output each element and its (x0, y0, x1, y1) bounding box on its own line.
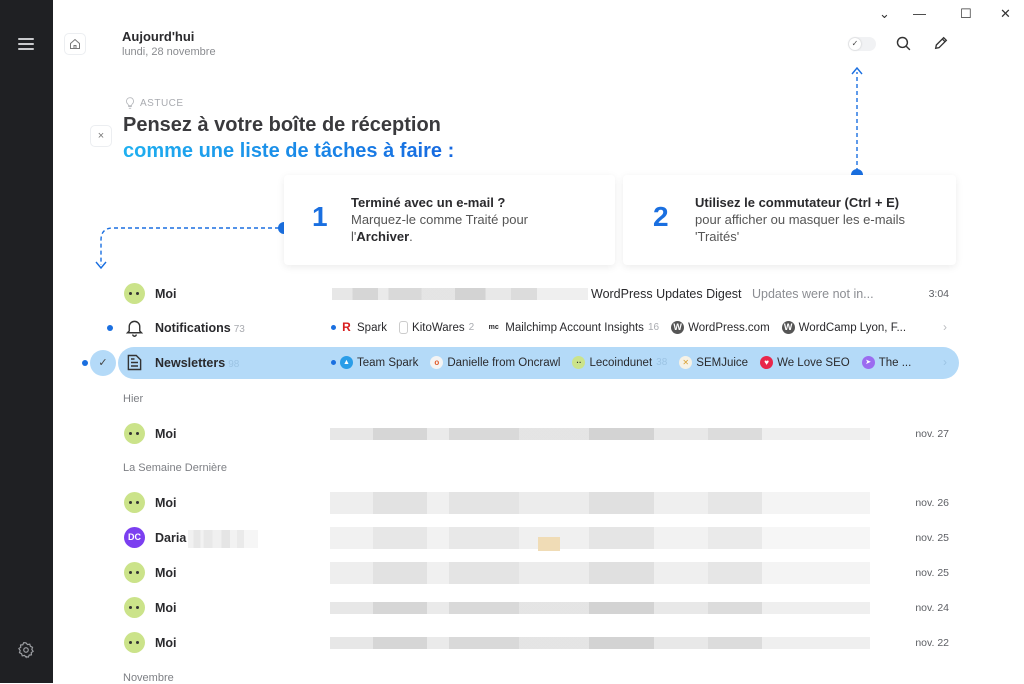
sender-chip[interactable]: WWordCamp Lyon, F... (782, 321, 906, 334)
avatar (124, 562, 145, 583)
tip-subtitle: comme une liste de tâches à faire : (123, 140, 454, 163)
spark-logo-icon: R (340, 321, 353, 334)
email-row[interactable]: Moi nov. 25 (118, 557, 959, 589)
email-row[interactable]: DC Daria nov. 25 (118, 522, 959, 554)
sender-list: ▲Team Spark oDanielle from Oncrawl ··Lec… (331, 356, 911, 369)
avatar (124, 632, 145, 653)
sidebar (0, 0, 53, 683)
page-title: Aujourd'hui (122, 29, 194, 44)
home-button[interactable] (64, 33, 86, 55)
blurred-text (330, 637, 870, 649)
wordpress-logo-icon: W (671, 321, 684, 334)
blurred-text (330, 562, 870, 584)
unread-dot (107, 325, 113, 331)
window-maximize-button[interactable]: ☐ (960, 6, 972, 22)
email-row[interactable]: Moi nov. 22 (118, 627, 959, 659)
send-logo-icon: ➤ (862, 356, 875, 369)
sender-chip[interactable]: ➤The ... (862, 356, 912, 369)
newsletter-icon (124, 352, 145, 373)
avatar (124, 492, 145, 513)
blurred-text (330, 492, 870, 514)
search-icon[interactable] (895, 35, 912, 52)
chevron-right-icon[interactable]: › (943, 355, 947, 369)
sender-chip[interactable]: ♥We Love SEO (760, 356, 850, 369)
email-row[interactable]: Moi nov. 27 (118, 418, 959, 450)
bell-icon (399, 321, 408, 334)
avatar (124, 423, 145, 444)
wordpress-logo-icon: W (782, 321, 795, 334)
section-header-yesterday: Hier (123, 393, 143, 405)
blurred-text (330, 428, 870, 440)
blurred-image (538, 537, 560, 551)
bundle-row-notifications[interactable]: Notifications73 RSpark KitoWares2 mcMail… (118, 312, 959, 344)
blurred-name (188, 530, 258, 548)
blurred-text (330, 602, 870, 614)
check-icon: ✓ (849, 38, 861, 50)
sender-chip[interactable]: oDanielle from Oncrawl (430, 356, 560, 369)
window-minimize-button[interactable]: — (913, 6, 926, 21)
sender-chip[interactable]: ✕SEMJuice (679, 356, 748, 369)
lightbulb-icon (123, 96, 137, 110)
bell-icon (124, 317, 145, 338)
home-icon (69, 38, 81, 50)
avatar: DC (124, 527, 145, 548)
menu-icon[interactable] (18, 38, 34, 50)
tip-card-1: 1 Terminé avec un e-mail ? Marquez-le co… (284, 175, 615, 265)
compose-pencil-icon[interactable] (933, 35, 949, 51)
avatar-icon: ·· (572, 356, 585, 369)
email-row[interactable]: Moi WordPress Updates Digest Updates wer… (118, 278, 959, 310)
we-love-seo-logo-icon: ♥ (760, 356, 773, 369)
mark-done-check-icon[interactable]: ✓ (90, 350, 116, 376)
sender-chip[interactable]: RSpark (331, 321, 387, 334)
window-dropdown-button[interactable]: ⌄ (879, 6, 890, 22)
email-row[interactable]: Moi nov. 26 (118, 487, 959, 519)
sender-chip[interactable]: ··Lecoindunet38 (572, 356, 667, 369)
sender-list: RSpark KitoWares2 mcMailchimp Account In… (331, 321, 906, 334)
avatar (124, 597, 145, 618)
blurred-text (330, 527, 870, 549)
sender-chip[interactable]: KitoWares2 (399, 321, 474, 334)
email-row[interactable]: Moi nov. 24 (118, 592, 959, 624)
page-date: lundi, 28 novembre (122, 46, 216, 58)
settings-gear-icon[interactable] (17, 641, 35, 659)
mailchimp-logo-icon: mc (486, 321, 501, 334)
tip-label: ASTUCE (123, 96, 184, 110)
main-pane: Aujourd'hui lundi, 28 novembre ⌄ — ☐ ✕ ✓… (53, 0, 1024, 683)
section-header-november: Novembre (123, 672, 174, 684)
sender-chip[interactable]: mcMailchimp Account Insights16 (486, 321, 659, 334)
tip-arrows (53, 0, 54, 1)
unread-dot (82, 360, 88, 366)
team-spark-logo-icon: ▲ (340, 356, 353, 369)
tip-title: Pensez à votre boîte de réception (123, 114, 441, 137)
avatar (124, 283, 145, 304)
blurred-text (332, 288, 588, 300)
tip-card-2: 2 Utilisez le commutateur (Ctrl + E) pou… (623, 175, 956, 265)
sender-chip[interactable]: WWordPress.com (671, 321, 770, 334)
section-header-last-week: La Semaine Dernière (123, 462, 227, 474)
window-close-button[interactable]: ✕ (1000, 6, 1011, 22)
bundle-row-newsletters[interactable]: Newsletters98 ▲Team Spark oDanielle from… (118, 347, 959, 379)
oncrawl-logo-icon: o (430, 356, 443, 369)
chevron-right-icon[interactable]: › (943, 320, 947, 334)
done-toggle[interactable]: ✓ (848, 37, 876, 51)
tip-close-button[interactable]: × (90, 125, 112, 147)
semjuice-logo-icon: ✕ (679, 356, 692, 369)
sender-chip[interactable]: ▲Team Spark (331, 356, 418, 369)
